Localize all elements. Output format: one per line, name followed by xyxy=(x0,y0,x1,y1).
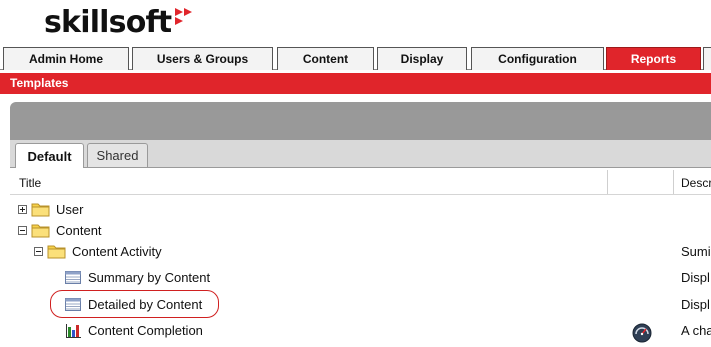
grid-header: Title Descr xyxy=(10,170,711,195)
column-divider[interactable] xyxy=(607,170,608,194)
collapse-icon[interactable] xyxy=(18,226,27,235)
column-header-description[interactable]: Descr xyxy=(681,176,711,190)
tree-row-content-activity[interactable]: Content Activity Sumi xyxy=(10,240,711,264)
highlight-annotation xyxy=(50,290,219,318)
tab-content[interactable]: Content xyxy=(277,47,374,70)
tab-reports[interactable]: Reports xyxy=(606,47,701,70)
templates-grid: Title Descr User Content Content Activit… xyxy=(10,167,711,347)
subtab-shared[interactable]: Shared xyxy=(87,143,148,167)
folder-icon xyxy=(31,203,50,217)
tree-label: Content Completion xyxy=(88,323,203,338)
tree-description: Sumi xyxy=(681,244,711,259)
tree-row-summary-by-content[interactable]: Summary by Content Displ xyxy=(10,266,711,290)
tree-description: A cha xyxy=(681,323,711,338)
tab-display[interactable]: Display xyxy=(377,47,467,70)
section-title: Templates xyxy=(10,76,69,90)
tree-description: Displ xyxy=(681,297,710,312)
tab-configuration[interactable]: Configuration xyxy=(471,47,604,70)
tab-overflow[interactable] xyxy=(703,47,711,70)
folder-icon xyxy=(31,224,50,238)
tree-description: Displ xyxy=(681,270,710,285)
folder-icon xyxy=(47,245,66,259)
column-header-title[interactable]: Title xyxy=(19,176,41,190)
subtab-default[interactable]: Default xyxy=(15,143,84,168)
logo-arrows-icon xyxy=(175,8,193,25)
tree-row-content-completion[interactable]: Content Completion A cha xyxy=(10,319,711,343)
tab-users-groups[interactable]: Users & Groups xyxy=(132,47,273,70)
tab-admin-home[interactable]: Admin Home xyxy=(3,47,129,70)
tree-label: Summary by Content xyxy=(88,270,211,285)
section-title-bar: Templates xyxy=(0,73,711,94)
tree-label: Content Activity xyxy=(72,244,162,259)
logo-text: skillsoft xyxy=(44,5,172,40)
tree-label: User xyxy=(56,202,84,217)
bar-chart-icon xyxy=(66,324,81,338)
column-divider[interactable] xyxy=(673,170,674,194)
main-nav: Admin Home Users & Groups Content Displa… xyxy=(0,47,711,70)
expand-icon[interactable] xyxy=(18,205,27,214)
tree-label: Content xyxy=(56,223,102,238)
gauge-icon xyxy=(632,323,652,343)
skillsoft-logo: skillsoft xyxy=(44,5,195,45)
table-report-icon xyxy=(65,271,81,284)
collapse-icon[interactable] xyxy=(34,247,43,256)
